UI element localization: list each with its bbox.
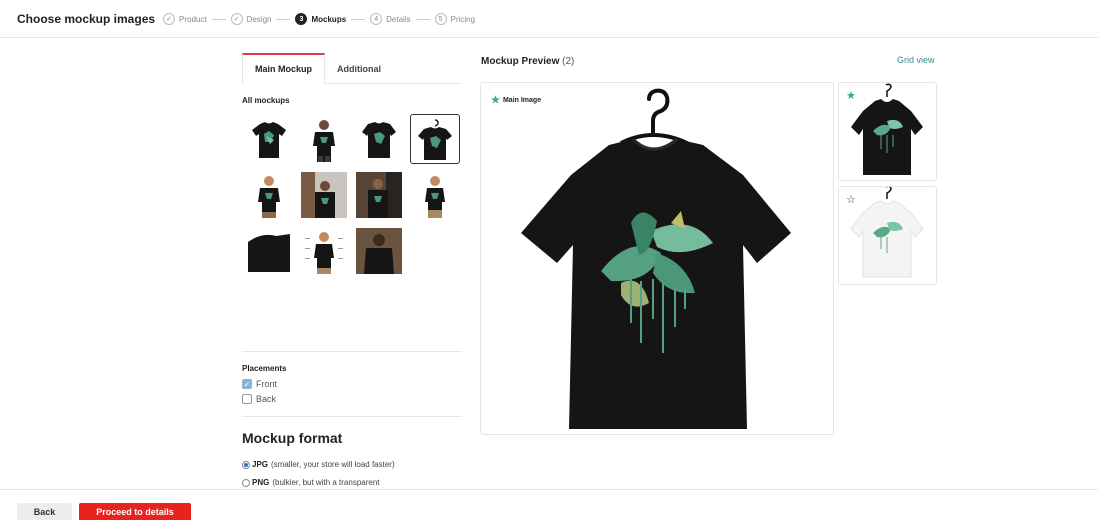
step-connector (415, 18, 430, 20)
step-details[interactable]: 4 Details (370, 13, 411, 25)
format-jpg-option[interactable]: JPG (smaller, your store will load faste… (242, 460, 395, 469)
format-jpg-name: JPG (252, 460, 269, 469)
all-mockups-label: All mockups (242, 96, 290, 105)
radio-icon[interactable] (242, 478, 250, 487)
mockup-thumb-folded[interactable] (354, 114, 404, 164)
mockup-preview-title: Mockup Preview (2) (481, 56, 574, 67)
placement-front-option[interactable]: ✓ Front (242, 379, 277, 389)
tshirt-white-thumb-image (850, 187, 924, 278)
placement-back-option[interactable]: Back (242, 394, 276, 404)
step-pricing[interactable]: 5 Pricing (434, 13, 476, 25)
checkbox-icon[interactable] (242, 394, 252, 404)
preview-thumb-white[interactable]: ☆ (838, 186, 937, 285)
divider (242, 416, 462, 417)
step-number: 4 (370, 13, 383, 25)
step-connector (351, 18, 366, 20)
footer-bar: Back Proceed to details (0, 489, 1098, 520)
page-title: Choose mockup images (17, 12, 156, 26)
step-number: 3 (295, 13, 308, 25)
mockup-thumb-flat-black[interactable] (244, 114, 294, 164)
step-label: Design (246, 14, 272, 24)
placement-front-label: Front (256, 379, 278, 389)
mockup-thumb-lifestyle-2[interactable] (354, 170, 404, 220)
stepper: ✓ Product ✓ Design 3 Mockups 4 Details 5… (163, 12, 475, 26)
step-label: Mockups (311, 14, 347, 24)
mockup-thumb-model-male[interactable] (299, 114, 349, 164)
mockup-thumb-hanger-selected[interactable] (410, 114, 460, 164)
tab-main-mockup[interactable]: Main Mockup (242, 53, 326, 84)
preview-thumb-black-main[interactable]: ★ (838, 82, 937, 181)
step-number: 5 (434, 13, 447, 25)
step-label: Pricing (450, 14, 476, 24)
step-label: Product (179, 14, 207, 24)
header-bar: Choose mockup images ✓ Product ✓ Design … (0, 0, 1098, 38)
back-button[interactable]: Back (17, 503, 72, 520)
mockup-thumb-closeup[interactable] (244, 226, 294, 276)
step-mockups[interactable]: 3 Mockups (295, 13, 346, 25)
format-png-desc: (bulkier, but with a transparent (272, 478, 380, 487)
main-mockup-preview: ★ Main Image (480, 82, 834, 435)
placement-back-label: Back (256, 394, 277, 404)
tshirt-hanger-image (521, 88, 791, 429)
mockup-thumb-back-view[interactable] (354, 226, 404, 276)
mockup-thumb-lifestyle-1[interactable] (299, 170, 349, 220)
step-connector (211, 18, 226, 20)
radio-selected-icon[interactable] (242, 460, 250, 469)
tshirt-black-thumb-image (851, 83, 923, 175)
check-icon: ✓ (230, 13, 243, 25)
mockup-format-title: Mockup format (242, 430, 343, 446)
mockup-thumb-model-khaki[interactable] (410, 170, 460, 220)
preview-title-text: Mockup Preview (481, 56, 560, 67)
format-jpg-desc: (smaller, your store will load faster) (271, 460, 395, 469)
checkbox-checked-icon[interactable]: ✓ (242, 379, 252, 389)
proceed-to-details-button[interactable]: Proceed to details (79, 503, 191, 520)
step-product[interactable]: ✓ Product (163, 13, 207, 25)
step-design[interactable]: ✓ Design (230, 13, 272, 25)
step-label: Details (386, 14, 411, 24)
placements-title: Placements (242, 364, 287, 373)
preview-count: (2) (562, 56, 575, 67)
grid-view-link[interactable]: Grid view (897, 55, 935, 65)
divider (242, 351, 462, 352)
format-png-option[interactable]: PNG (bulkier, but with a transparent (242, 478, 380, 487)
mockup-thumb-size-chart[interactable] (299, 226, 349, 276)
check-icon: ✓ (163, 13, 175, 25)
mockup-thumb-model-glasses[interactable] (244, 170, 294, 220)
tab-additional[interactable]: Additional (325, 53, 393, 84)
mockup-tabs: Main Mockup Additional (242, 53, 462, 84)
step-connector (276, 18, 291, 20)
format-png-name: PNG (252, 478, 270, 487)
